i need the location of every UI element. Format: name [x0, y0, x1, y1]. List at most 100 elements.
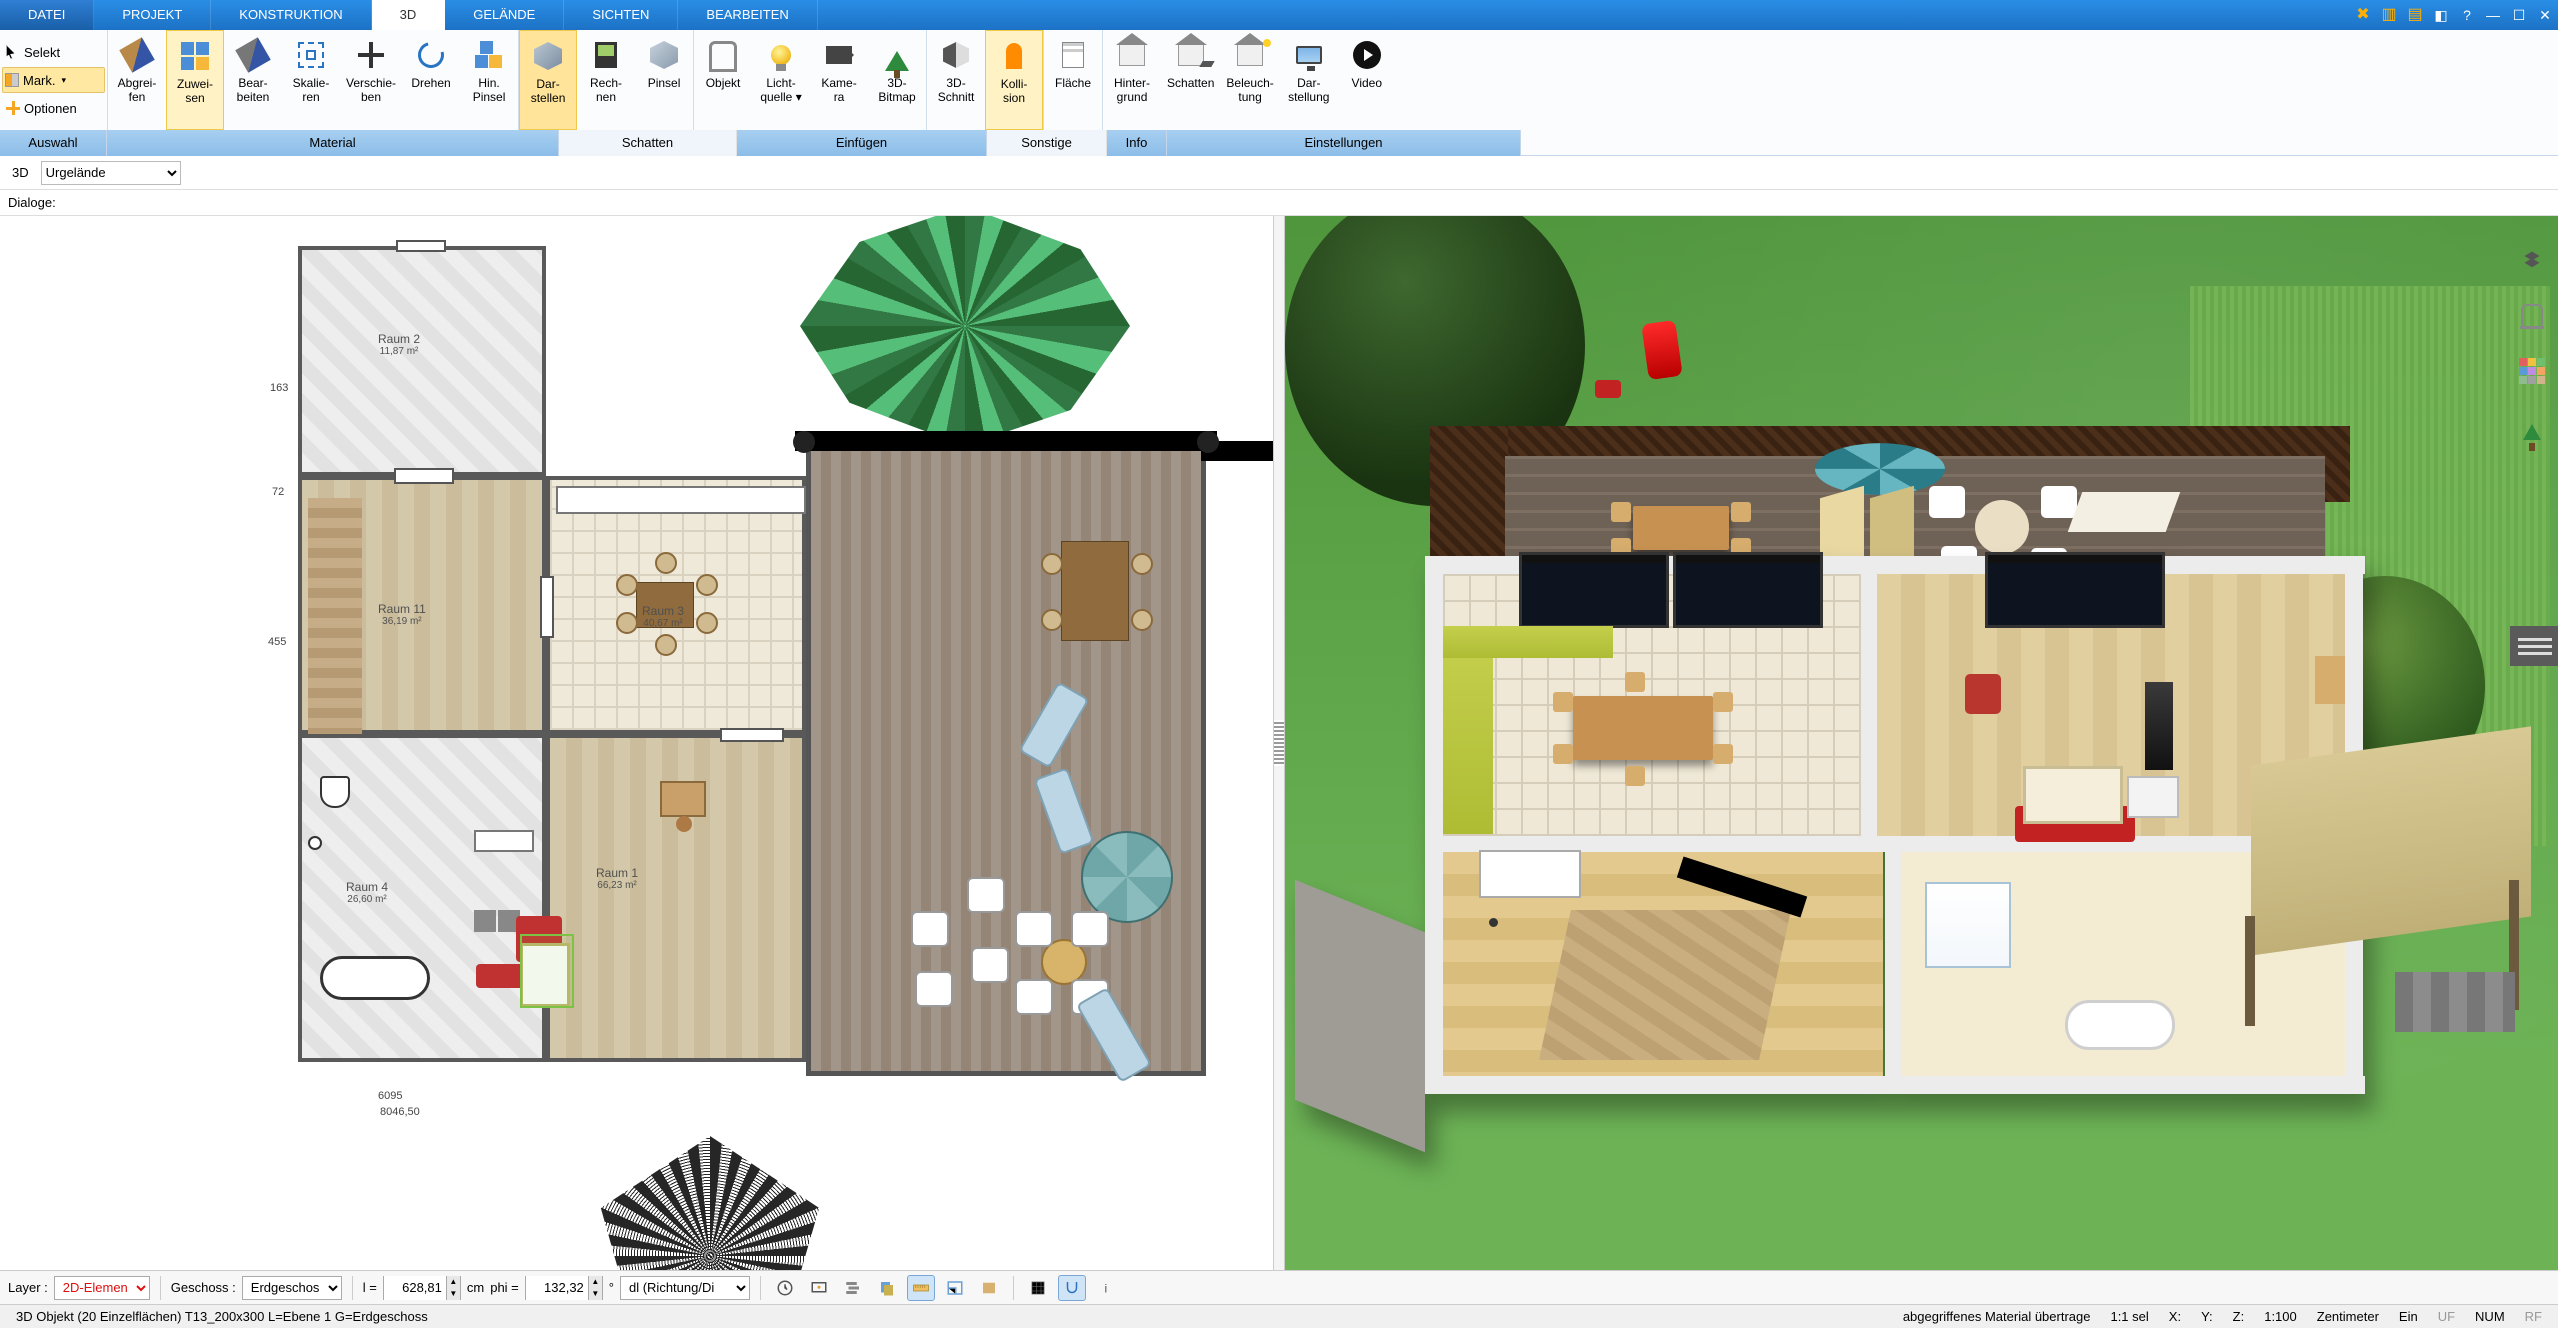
- menu-datei[interactable]: DATEI: [0, 0, 94, 30]
- handle-right[interactable]: [1197, 431, 1219, 453]
- bt-floorpl[interactable]: [941, 1275, 969, 1301]
- view-splitter[interactable]: [1273, 216, 1285, 1270]
- btn-hintergrund[interactable]: Hinter-grund: [1103, 30, 1161, 130]
- menu-sichten[interactable]: SICHTEN: [564, 0, 678, 30]
- dim-1: 163: [270, 382, 288, 394]
- mark-tool[interactable]: Mark.: [2, 67, 105, 93]
- terr-arm-2: [967, 877, 1005, 913]
- phi-field[interactable]: ▲▼: [525, 1276, 603, 1300]
- close-button[interactable]: ✕: [2532, 0, 2558, 30]
- window-top: [396, 240, 446, 252]
- btn-abgreifen[interactable]: Abgrei-fen: [108, 30, 166, 130]
- btn-flaeche[interactable]: Fläche: [1044, 30, 1102, 130]
- bt-ruler[interactable]: [907, 1275, 935, 1301]
- app-views-icon[interactable]: ◧: [2428, 0, 2454, 30]
- btn-kollision[interactable]: Kolli-sion: [985, 30, 1043, 130]
- floor-select[interactable]: Erdgeschos: [242, 1276, 342, 1300]
- btn-drehen[interactable]: Drehen: [402, 30, 460, 130]
- btn-verschieben[interactable]: Verschie-ben: [340, 30, 402, 130]
- handle-left[interactable]: [793, 431, 815, 453]
- terrace[interactable]: [806, 436, 1206, 1076]
- btn-3dbitmap[interactable]: 3D-Bitmap: [868, 30, 926, 130]
- label-l: l =: [363, 1280, 377, 1295]
- btn-rechnen[interactable]: Rech-nen: [577, 30, 635, 130]
- options-tool[interactable]: Optionen: [2, 93, 105, 123]
- sink-2d: [308, 836, 322, 850]
- select-tool[interactable]: Selekt: [2, 37, 105, 67]
- minimize-button[interactable]: —: [2480, 0, 2506, 30]
- din-chair-2: [696, 574, 718, 596]
- armchair-red-3d: [1965, 674, 2001, 714]
- selection-outline[interactable]: [520, 934, 574, 1008]
- app-tool-icon[interactable]: ✖: [2350, 0, 2376, 30]
- desk-3d: [2315, 656, 2345, 704]
- desk-2d: [660, 781, 706, 817]
- app-layers-icon[interactable]: ▤: [2402, 0, 2428, 30]
- btn-kamera[interactable]: Kame-ra: [810, 30, 868, 130]
- menu-bearbeiten[interactable]: BEARBEITEN: [678, 0, 817, 30]
- din-chair-1: [616, 574, 638, 596]
- bt-room[interactable]: [975, 1275, 1003, 1301]
- btn-zuweisen[interactable]: Zuwei-sen: [166, 30, 224, 130]
- maximize-button[interactable]: ☐: [2506, 0, 2532, 30]
- terrain-select[interactable]: Urgelände: [41, 161, 181, 185]
- bottom-toolbar: Layer : 2D-Elemen Geschoss : Erdgeschos …: [0, 1270, 2558, 1304]
- phi-up-icon[interactable]: ▲: [588, 1276, 602, 1288]
- btn-schatten[interactable]: Schatten: [1161, 30, 1220, 130]
- mode-select[interactable]: dl (Richtung/Di: [620, 1276, 750, 1300]
- bt-clock[interactable]: [771, 1275, 799, 1301]
- btn-darstellung[interactable]: Dar-stellung: [1280, 30, 1338, 130]
- status-sel: 1:1 sel: [2100, 1309, 2158, 1324]
- room-2[interactable]: [298, 246, 546, 476]
- menu-gelaende[interactable]: GELÄNDE: [445, 0, 564, 30]
- floor-icon: [946, 1279, 964, 1297]
- bt-info[interactable]: i: [1092, 1275, 1120, 1301]
- bt-screen[interactable]: [805, 1275, 833, 1301]
- object-icon: [709, 41, 737, 69]
- bt-grid[interactable]: [1024, 1275, 1052, 1301]
- move-icon: [358, 42, 384, 68]
- btn-beleuchtung[interactable]: Beleuch-tung: [1220, 30, 1279, 130]
- hall-handle: [1489, 918, 1498, 927]
- btn-hinpinsel[interactable]: Hin.Pinsel: [460, 30, 518, 130]
- 3d-layers-btn[interactable]: [2508, 236, 2556, 282]
- view-3d[interactable]: [1285, 216, 2558, 1270]
- status-y: Y:: [2191, 1309, 2223, 1324]
- btn-video[interactable]: Video: [1338, 30, 1396, 130]
- rug-3d: [2023, 766, 2123, 824]
- 3d-furniture-btn[interactable]: [2508, 292, 2556, 338]
- btn-3dschnitt[interactable]: 3D-Schnitt: [927, 30, 985, 130]
- len-down-icon[interactable]: ▼: [446, 1288, 460, 1300]
- bt-sheets[interactable]: [873, 1275, 901, 1301]
- app-catalog-icon[interactable]: ▥: [2376, 0, 2402, 30]
- btn-pinsel[interactable]: Pinsel: [635, 30, 693, 130]
- btn-lichtquelle[interactable]: Licht-quelle ▾: [752, 30, 810, 130]
- appliance-1: [474, 910, 496, 932]
- btn-bearbeiten[interactable]: Bear-beiten: [224, 30, 282, 130]
- stairs-2d: [308, 498, 362, 734]
- deck-arm-2: [2041, 486, 2077, 518]
- 3d-plants-btn[interactable]: [2508, 404, 2556, 450]
- help-icon[interactable]: ?: [2454, 0, 2480, 30]
- btn-objekt[interactable]: Objekt: [694, 30, 752, 130]
- 3d-materials-btn[interactable]: [2508, 348, 2556, 394]
- phi-down-icon[interactable]: ▼: [588, 1288, 602, 1300]
- bt-stack[interactable]: [839, 1275, 867, 1301]
- length-input[interactable]: [384, 1276, 446, 1300]
- length-field[interactable]: ▲▼: [383, 1276, 461, 1300]
- terrace-chair-1: [1041, 553, 1063, 575]
- menu-konstruktion[interactable]: KONSTRUKTION: [211, 0, 371, 30]
- house-light-icon: [1237, 44, 1263, 66]
- phi-input[interactable]: [526, 1276, 588, 1300]
- menu-projekt[interactable]: PROJEKT: [94, 0, 211, 30]
- btn-skalieren[interactable]: Skalie-ren: [282, 30, 340, 130]
- din-chair-5: [655, 552, 677, 574]
- status-ein: Ein: [2389, 1309, 2428, 1324]
- btn-darstellen[interactable]: Dar-stellen: [519, 30, 577, 130]
- menu-3d[interactable]: 3D: [372, 0, 446, 30]
- view-2d[interactable]: Raum 211,87 m² Raum 1136,19 m² Raum 340,…: [0, 216, 1273, 1270]
- layer-select[interactable]: 2D-Elemen: [54, 1276, 150, 1300]
- len-up-icon[interactable]: ▲: [446, 1276, 460, 1288]
- bt-snap[interactable]: [1058, 1275, 1086, 1301]
- 3d-side-handle[interactable]: [2510, 626, 2558, 666]
